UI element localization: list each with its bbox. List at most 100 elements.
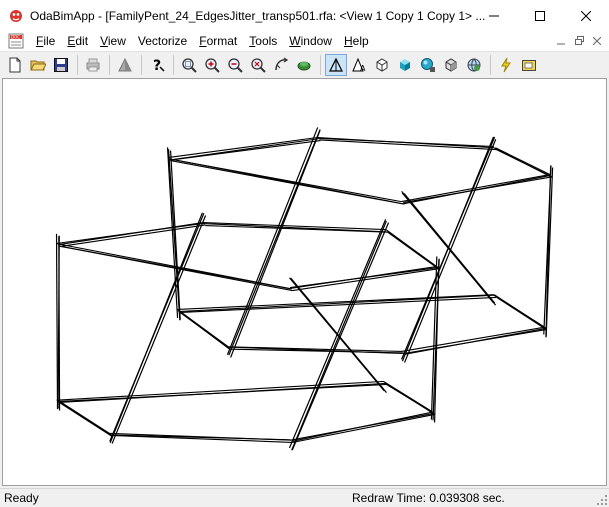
wireframe-button[interactable] — [325, 54, 347, 76]
toolbar-separator — [109, 55, 110, 75]
zoom-extents-button[interactable] — [247, 54, 269, 76]
wire-edge — [226, 127, 319, 355]
status-bar: Ready Redraw Time: 0.039308 sec. — [0, 488, 609, 507]
wire-edge — [56, 380, 384, 401]
minimize-button[interactable] — [471, 0, 517, 31]
wire-edge — [317, 137, 495, 149]
wire-edge — [169, 150, 181, 320]
open-icon — [30, 60, 46, 71]
shaded-edges-button[interactable] — [417, 54, 439, 76]
toolbar-separator — [173, 55, 174, 75]
resize-grip-icon[interactable] — [597, 495, 607, 505]
zoom-window-icon — [182, 58, 197, 73]
menu-view[interactable]: View — [94, 31, 132, 51]
svg-text:DOC: DOC — [11, 35, 20, 40]
menu-edit[interactable]: Edit — [61, 31, 94, 51]
wire-edge — [111, 215, 207, 444]
menu-file[interactable]: File — [30, 31, 61, 51]
wire-edge — [495, 147, 551, 176]
wire-edge — [177, 294, 495, 310]
wire-edge — [385, 229, 437, 267]
wire-edge — [401, 192, 497, 306]
realistic-button[interactable] — [440, 54, 462, 76]
gouraud-button[interactable] — [394, 54, 416, 76]
svg-text:A: A — [360, 64, 366, 73]
wire-edge — [319, 139, 497, 151]
flat-shaded-icon — [376, 58, 388, 72]
close-button[interactable] — [563, 0, 609, 31]
paste-icon — [522, 60, 536, 71]
wire-edge — [291, 411, 433, 442]
wire-edge — [291, 279, 387, 393]
flat-shaded-button[interactable] — [371, 54, 393, 76]
new-button[interactable] — [4, 54, 26, 76]
help-icon: ? — [153, 58, 165, 73]
mdi-restore-button[interactable] — [571, 33, 587, 48]
walk-icon — [297, 61, 311, 71]
wire-edge — [57, 399, 110, 434]
orbit-icon — [275, 57, 289, 71]
wire-edge — [178, 294, 494, 313]
menu-tools[interactable]: Tools — [243, 31, 283, 51]
save-button[interactable] — [50, 54, 72, 76]
wire-edge — [167, 136, 318, 159]
redraw-time-text: Redraw Time: 0.039308 sec. — [352, 491, 505, 505]
wire-edge — [401, 174, 551, 203]
help-button[interactable]: ? — [146, 54, 168, 76]
menu-window[interactable]: Window — [283, 31, 338, 51]
wire-edge — [404, 327, 547, 355]
wire-edge — [166, 147, 179, 318]
model-viewport[interactable] — [2, 78, 607, 486]
close-icon — [581, 10, 591, 21]
wire-edge — [401, 136, 495, 362]
title-bar: OdaBimApp - [FamilyPent_24_EdgesJitter_t… — [0, 0, 609, 31]
zoom-window-button[interactable] — [178, 54, 200, 76]
hidden-line-button[interactable]: A — [348, 54, 370, 76]
wire-edge — [179, 310, 229, 348]
wire-edge — [291, 222, 390, 451]
wire-edge — [55, 233, 59, 410]
sphere-button[interactable] — [463, 54, 485, 76]
toolbar-separator — [77, 55, 78, 75]
mdi-minimize-button[interactable] — [553, 33, 569, 48]
wireframe-drawing — [55, 127, 554, 451]
toolbar-separator — [490, 55, 491, 75]
print-button[interactable] — [82, 54, 104, 76]
menu-help[interactable]: Help — [338, 31, 375, 51]
restore-icon — [574, 36, 584, 45]
render-button[interactable] — [114, 54, 136, 76]
walk-button[interactable] — [293, 54, 315, 76]
menu-bar: DOC File Edit View Vectorize Format Tool… — [0, 31, 609, 51]
wire-edge — [59, 383, 387, 403]
open-button[interactable] — [27, 54, 49, 76]
realistic-icon — [445, 58, 457, 72]
save-icon — [54, 58, 68, 72]
svg-text:?: ? — [153, 58, 161, 73]
wire-edge — [180, 296, 497, 313]
menu-vectorize[interactable]: Vectorize — [132, 31, 193, 51]
maximize-button[interactable] — [517, 0, 563, 31]
document-icon[interactable]: DOC — [8, 33, 24, 49]
zoom-extents-icon — [251, 58, 266, 73]
app-logo-icon — [8, 8, 24, 24]
wire-edge — [289, 265, 437, 290]
maximize-icon — [535, 10, 545, 21]
wireframe-icon — [329, 57, 343, 72]
lightning-button[interactable] — [495, 54, 517, 76]
lightning-icon — [501, 57, 511, 73]
zoom-in-button[interactable] — [201, 54, 223, 76]
wire-edge — [292, 413, 435, 444]
wire-edge — [493, 294, 544, 327]
window-title: OdaBimApp - [FamilyPent_24_EdgesJitter_t… — [30, 8, 486, 23]
orbit-button[interactable] — [270, 54, 292, 76]
close-icon — [593, 36, 601, 45]
mdi-close-button[interactable] — [589, 33, 605, 48]
render-icon — [118, 57, 132, 72]
shaded-edges-icon — [421, 58, 435, 72]
gouraud-icon — [400, 59, 410, 71]
paste-button[interactable] — [518, 54, 540, 76]
zoom-out-button[interactable] — [224, 54, 246, 76]
hidden-line-icon: A — [352, 57, 366, 73]
minimize-icon — [489, 15, 499, 16]
menu-format[interactable]: Format — [193, 31, 243, 51]
